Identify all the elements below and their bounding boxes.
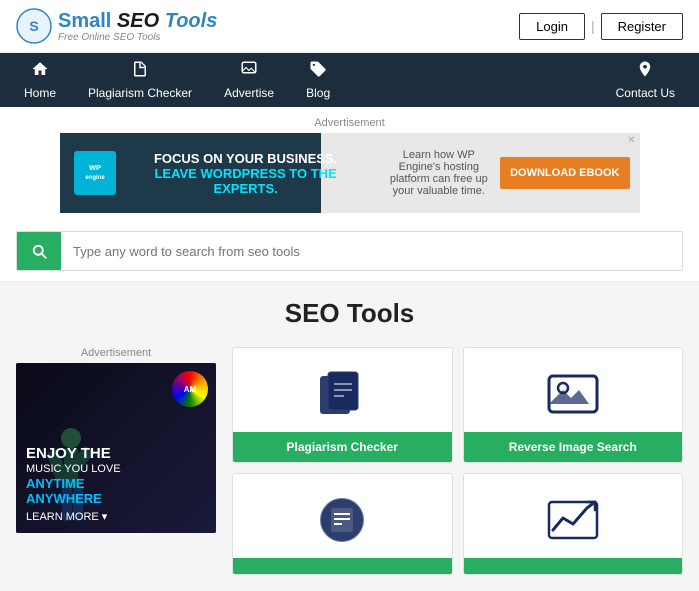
nav-contact-label: Contact Us	[616, 86, 675, 100]
ad-banner-right: Learn how WP Engine's hosting platform c…	[380, 149, 640, 197]
nav-advertise[interactable]: Advertise	[208, 54, 290, 106]
image-icon	[240, 60, 258, 83]
file-icon	[131, 60, 149, 83]
logo-seo: SEO	[117, 10, 159, 32]
reverse-image-label: Reverse Image Search	[464, 432, 683, 462]
login-button[interactable]: Login	[519, 13, 585, 40]
tool4-label	[464, 558, 683, 574]
tools-grid-area: Advertisement AM ENJOY THE MUSIC YOU LOV…	[16, 347, 683, 575]
svg-text:WP: WP	[89, 163, 101, 172]
search-bar	[16, 231, 683, 271]
seo-section: SEO Tools Advertisement AM ENJOY THE	[0, 282, 699, 591]
nav-home[interactable]: Home	[8, 54, 72, 106]
nav-contact[interactable]: Contact Us	[600, 54, 691, 106]
logo-area: S Small SEO Tools Free Online SEO Tools	[16, 8, 217, 44]
nav-home-label: Home	[24, 86, 56, 100]
search-section	[0, 219, 699, 282]
ad-right-text: Learn how WP Engine's hosting platform c…	[390, 149, 489, 197]
ad-banner-left: WP engine FOCUS ON YOUR BUSINESS. LEAVE …	[60, 151, 380, 196]
plagiarism-checker-label: Plagiarism Checker	[233, 432, 452, 462]
tools-cards: Plagiarism Checker Reverse Image Search	[232, 347, 683, 575]
document-edit-icon	[314, 492, 370, 548]
header-buttons: Login | Register	[519, 13, 683, 40]
document-edit-icon-area	[314, 474, 370, 558]
tag-icon	[309, 60, 327, 83]
navbar: Home Plagiarism Checker Advertise Blog C…	[0, 53, 699, 107]
left-ad-label: Advertisement	[16, 347, 216, 359]
nav-plagiarism-label: Plagiarism Checker	[88, 86, 192, 100]
search-icon	[30, 242, 48, 260]
left-ad-anytime: ANYTIME	[26, 476, 206, 491]
logo-tools: Tools	[165, 10, 218, 32]
search-button[interactable]	[17, 232, 61, 270]
header: S Small SEO Tools Free Online SEO Tools …	[0, 0, 699, 53]
download-ebook-button[interactable]: DOWNLOAD EBOOK	[500, 157, 629, 189]
search-input[interactable]	[61, 232, 682, 270]
ad-banner-label: Advertisement	[0, 117, 699, 129]
left-ad-enjoy: ENJOY THE	[26, 445, 206, 463]
ad-focus-text: FOCUS ON YOUR BUSINESS.	[126, 151, 366, 166]
pin-icon	[636, 60, 654, 83]
header-separator: |	[591, 18, 595, 34]
ad-leave-text: LEAVE WORDPRESS TO THE EXPERTS.	[126, 166, 366, 196]
am-badge: AM	[172, 371, 208, 407]
tool3-label	[233, 558, 452, 574]
ad-text-block: FOCUS ON YOUR BUSINESS. LEAVE WORDPRESS …	[126, 151, 366, 196]
seo-tools-title: SEO Tools	[16, 298, 683, 329]
logo-small: Small	[58, 10, 111, 32]
left-ad-music: MUSIC YOU LOVE	[26, 463, 206, 476]
logo-sub: Free Online SEO Tools	[58, 32, 217, 43]
plagiarism-checker-icon-area	[314, 348, 370, 432]
wp-logo: WP engine	[74, 151, 116, 195]
left-ad: Advertisement AM ENJOY THE MUSIC YOU LOV…	[16, 347, 216, 575]
left-ad-content: ENJOY THE MUSIC YOU LOVE ANYTIME ANYWHER…	[26, 445, 206, 523]
tool-card-3[interactable]	[232, 473, 453, 575]
ad-section: Advertisement WP engine FOCUS ON YOUR BU…	[0, 107, 699, 219]
left-ad-anywhere: ANYWHERE	[26, 491, 206, 506]
tool-card-reverse-image[interactable]: Reverse Image Search	[463, 347, 684, 463]
logo-text: Small SEO Tools Free Online SEO Tools	[58, 10, 217, 43]
ad-close-icon[interactable]: ✕	[627, 135, 635, 146]
reverse-image-icon-area	[545, 348, 601, 432]
nav-blog[interactable]: Blog	[290, 54, 346, 106]
ad-banner: WP engine FOCUS ON YOUR BUSINESS. LEAVE …	[60, 133, 640, 213]
nav-advertise-label: Advertise	[224, 86, 274, 100]
left-ad-box: AM ENJOY THE MUSIC YOU LOVE ANYTIME ANYW…	[16, 363, 216, 533]
nav-plagiarism[interactable]: Plagiarism Checker	[72, 54, 208, 106]
files-icon	[314, 366, 370, 422]
trending-up-icon	[545, 492, 601, 548]
left-ad-learn[interactable]: LEARN MORE ▾	[26, 510, 206, 523]
svg-text:S: S	[29, 18, 38, 34]
logo-icon: S	[16, 8, 52, 44]
svg-text:engine: engine	[85, 175, 105, 181]
nav-blog-label: Blog	[306, 86, 330, 100]
tool-card-plagiarism[interactable]: Plagiarism Checker	[232, 347, 453, 463]
home-icon	[31, 60, 49, 83]
register-button[interactable]: Register	[601, 13, 683, 40]
image-search-icon	[545, 366, 601, 422]
trending-icon-area	[545, 474, 601, 558]
tool-card-4[interactable]	[463, 473, 684, 575]
